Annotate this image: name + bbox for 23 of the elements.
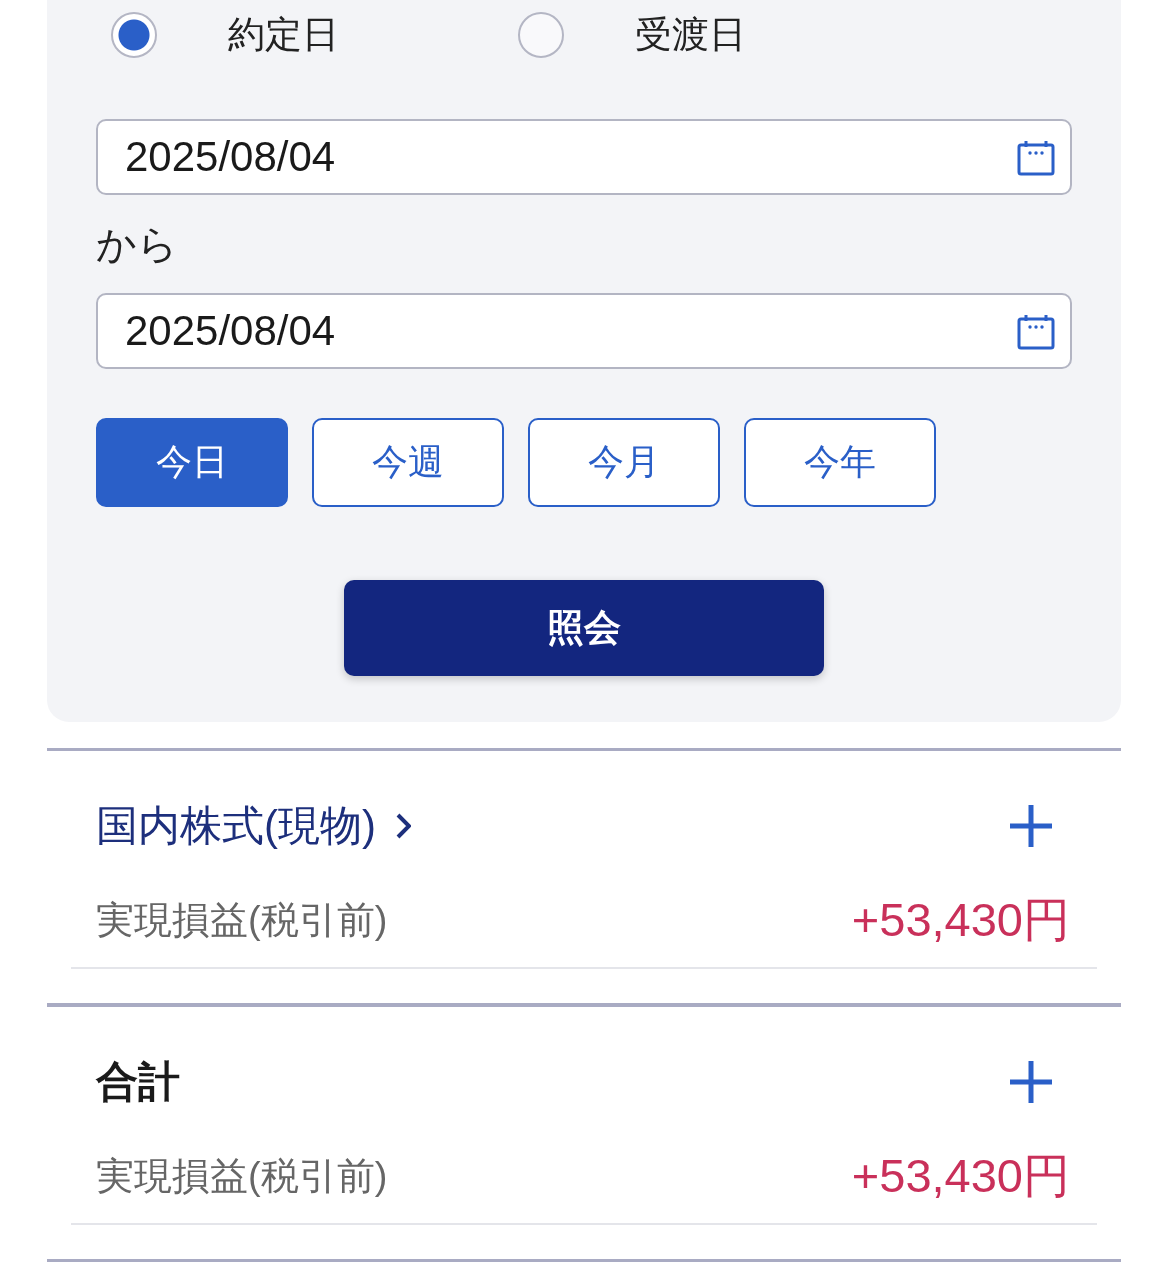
radio-label: 受渡日 xyxy=(635,13,746,57)
plus-icon[interactable] xyxy=(1010,1061,1052,1103)
period-button[interactable]: 今週 xyxy=(312,418,504,507)
search-button[interactable]: 照会 xyxy=(344,580,824,676)
row-label: 実現損益(税引前) xyxy=(96,897,388,943)
section-title: 合計 xyxy=(96,1057,180,1107)
profit-value: +53,430円 xyxy=(851,891,1070,948)
chevron-icon xyxy=(396,813,411,839)
profit-value: +53,430円 xyxy=(851,1147,1070,1204)
radio-label: 約定日 xyxy=(228,13,339,57)
date-field[interactable]: 2025/08/04 xyxy=(96,119,1072,195)
date-field[interactable]: 2025/08/04 xyxy=(96,293,1072,369)
period-button[interactable]: 今年 xyxy=(744,418,936,507)
calendar-icon[interactable] xyxy=(1017,314,1055,350)
calendar-icon[interactable] xyxy=(1017,140,1055,176)
radio-button[interactable] xyxy=(518,12,564,58)
period-button[interactable]: 今月 xyxy=(528,418,720,507)
radio-button[interactable] xyxy=(111,12,157,58)
section-title-link[interactable]: 国内株式(現物) xyxy=(96,798,411,854)
period-button[interactable]: 今日 xyxy=(96,418,288,507)
plus-icon[interactable] xyxy=(1010,805,1052,847)
range-label: から xyxy=(96,220,178,268)
row-label: 実現損益(税引前) xyxy=(96,1153,388,1199)
